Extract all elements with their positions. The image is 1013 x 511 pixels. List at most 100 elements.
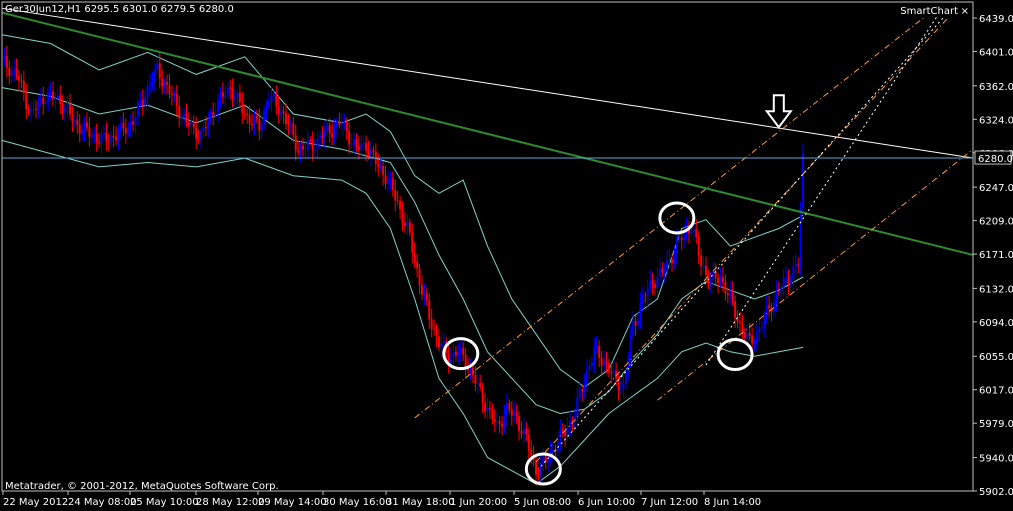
candle-body — [646, 288, 649, 297]
candle-body — [382, 165, 385, 176]
candle-body — [738, 322, 741, 324]
candle-body — [433, 328, 436, 330]
candle-body — [420, 284, 423, 295]
candle-body — [552, 449, 555, 452]
candle-body — [272, 93, 275, 96]
candle-body — [124, 128, 127, 134]
candle-body — [476, 382, 479, 384]
candle-body — [357, 146, 360, 151]
price-chart[interactable]: 6439.06401.06362.06324.06286.06247.06209… — [0, 0, 1013, 511]
candle-body — [513, 412, 516, 416]
candle-body — [474, 374, 477, 384]
candle-body — [775, 290, 778, 302]
smartchart-label[interactable]: SmartChart — [900, 6, 958, 17]
candle-body — [170, 93, 173, 95]
candle-body — [76, 120, 79, 125]
candle-body — [219, 92, 222, 100]
candle-body — [777, 290, 780, 292]
candle-body — [607, 362, 610, 373]
candle-body — [692, 229, 695, 231]
candle-body — [535, 460, 538, 476]
candle-body — [425, 293, 428, 301]
candle-body — [333, 127, 336, 138]
candle-body — [107, 141, 110, 143]
close-icon[interactable]: × — [961, 6, 969, 17]
candle-body — [522, 428, 525, 435]
candle-body — [518, 416, 521, 431]
candle-body — [231, 88, 234, 100]
candle-body — [234, 97, 237, 100]
candle-body — [372, 149, 375, 152]
candle-body — [746, 333, 749, 338]
candle-body — [263, 110, 266, 123]
candle-body — [197, 139, 200, 141]
candle-body — [360, 144, 363, 151]
x-tick-label: 29 May 14:00 — [258, 497, 327, 508]
candle-body — [789, 279, 792, 285]
candle-body — [673, 253, 676, 264]
candle-body — [280, 111, 283, 115]
candle-body — [292, 123, 295, 136]
candle-body — [42, 97, 45, 105]
candle-body — [302, 145, 305, 150]
candle-body — [755, 332, 758, 344]
candle-body — [71, 114, 74, 122]
candle-body — [255, 115, 258, 119]
candle-body — [289, 123, 292, 126]
candle-body — [697, 236, 700, 256]
candle-body — [799, 207, 802, 266]
candle-body — [195, 127, 198, 140]
candle-body — [569, 420, 572, 428]
candle-body — [406, 222, 409, 226]
candle-body — [200, 131, 203, 140]
candle-body — [610, 372, 613, 374]
candle-body — [335, 120, 338, 128]
candle-body — [624, 371, 627, 384]
candle-body — [702, 266, 705, 268]
candle-body — [724, 281, 727, 294]
candle-body — [207, 119, 210, 128]
candle-body — [365, 143, 368, 152]
candle-body — [394, 190, 397, 201]
candle-body — [721, 277, 724, 282]
candle-body — [285, 113, 288, 125]
candle-body — [345, 121, 348, 131]
candle-body — [586, 370, 589, 383]
candle-body — [457, 352, 460, 356]
candle-body — [612, 370, 615, 374]
candle-body — [498, 421, 501, 424]
candle-body — [768, 305, 771, 309]
candle-body — [634, 320, 637, 325]
candle-body — [515, 412, 518, 417]
candle-body — [209, 111, 212, 120]
candle-body — [8, 67, 11, 76]
candle-body — [530, 449, 533, 456]
candle-body — [248, 114, 251, 125]
candle-body — [413, 252, 416, 262]
candle-body — [328, 125, 331, 133]
candle-body — [389, 178, 392, 180]
candle-body — [758, 328, 761, 333]
candle-body — [581, 389, 584, 392]
candle-body — [780, 287, 783, 291]
x-tick-label: 30 May 16:00 — [323, 497, 392, 508]
candle-body — [132, 121, 135, 125]
candle-body — [49, 91, 52, 93]
candle-body — [656, 276, 659, 288]
candle-body — [641, 295, 644, 303]
candle-body — [110, 135, 113, 143]
candle-body — [719, 277, 722, 284]
candle-body — [450, 356, 453, 364]
candle-body — [34, 109, 37, 111]
candle-body — [119, 122, 122, 132]
candle-body — [367, 151, 370, 156]
candle-body — [187, 122, 190, 127]
candle-body — [105, 132, 108, 142]
candle-body — [51, 91, 54, 100]
candle-body — [323, 130, 326, 139]
candle-body — [484, 402, 487, 412]
candle-body — [149, 83, 152, 86]
candle-body — [202, 126, 205, 132]
candle-body — [277, 106, 280, 115]
candle-body — [282, 111, 285, 114]
